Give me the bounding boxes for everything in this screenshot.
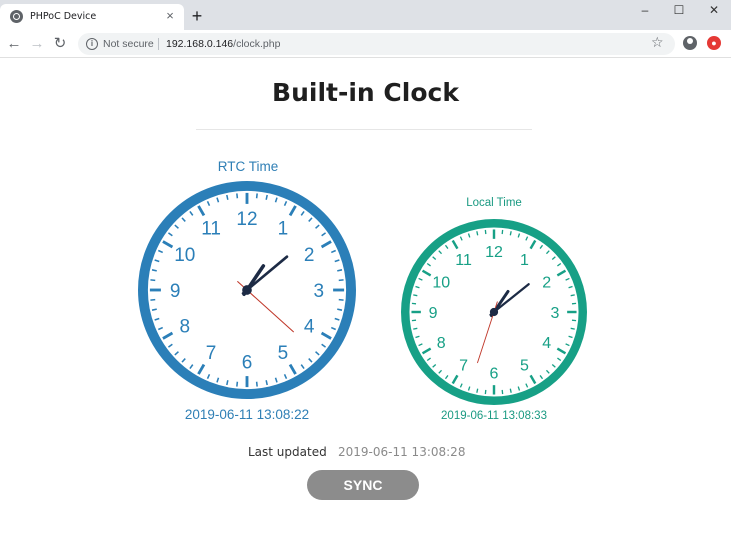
sync-button[interactable]: SYNC [307, 470, 419, 500]
last-updated-value: 2019-06-11 13:08:28 [338, 445, 466, 459]
clock-numeral: 4 [542, 335, 551, 352]
local-datetime: 2019-06-11 13:08:33 [441, 410, 547, 422]
clock-numeral: 12 [485, 244, 503, 261]
clock-numeral: 4 [304, 317, 315, 338]
minute-tick [150, 279, 156, 282]
minute-tick [338, 279, 344, 282]
browser-toolbar: ← → ↻ i Not secure 192.168.0.146/clock.p… [0, 30, 731, 58]
clock-numeral: 2 [542, 274, 551, 291]
minute-tick [413, 294, 418, 297]
minute-tick [338, 298, 344, 301]
clock-numeral: 7 [206, 343, 217, 364]
url-host: 192.168.0.146 [166, 38, 234, 50]
clock-numeral: 1 [520, 252, 529, 269]
rtc-analog-clock: 12 12 3 45 6 78 9 10 11 [137, 180, 357, 400]
clock-numeral: 8 [437, 335, 446, 352]
minute-tick [413, 327, 418, 330]
page-favicon-icon [10, 10, 23, 23]
star-icon[interactable]: ☆ [651, 34, 664, 51]
minute-tick [337, 269, 343, 272]
tab-strip: PHPoC Device × + – ☐ ✕ [0, 0, 731, 30]
last-updated-label: Last updated [248, 445, 327, 459]
info-icon[interactable]: i [86, 38, 98, 50]
minute-tick [236, 381, 239, 387]
clock-numeral: 10 [174, 245, 195, 266]
minute-tick [509, 388, 512, 393]
clock-numeral: 11 [455, 252, 472, 269]
url-path: /clock.php [233, 38, 281, 50]
browser-tab[interactable]: PHPoC Device × [0, 4, 184, 30]
title-divider [196, 129, 532, 130]
clock-numeral: 8 [180, 317, 191, 338]
window-minimize-button[interactable]: – [628, 0, 662, 22]
clock-center-pin [242, 285, 252, 295]
minute-tick [236, 193, 239, 199]
forward-button[interactable]: → [28, 35, 46, 53]
back-button[interactable]: ← [5, 35, 23, 53]
security-status[interactable]: Not secure [103, 38, 154, 50]
rtc-datetime: 2019-06-11 13:08:22 [184, 407, 310, 422]
clock-numeral: 11 [201, 219, 221, 240]
tab-title: PHPoC Device [30, 11, 97, 22]
url-divider [158, 38, 159, 50]
minute-tick [337, 308, 343, 311]
minute-tick [265, 380, 268, 386]
clock-numeral: 9 [170, 281, 181, 302]
clock-numeral: 12 [236, 209, 257, 230]
minute-tick [509, 231, 512, 236]
clock-numeral: 5 [520, 358, 529, 375]
minute-tick [226, 380, 229, 386]
clock-numeral: 1 [278, 219, 289, 240]
minute-tick [150, 298, 156, 301]
address-bar[interactable]: i Not secure 192.168.0.146/clock.php [78, 33, 675, 55]
profile-icon[interactable] [683, 36, 697, 50]
minute-tick [255, 381, 258, 387]
clock-numeral: 10 [432, 274, 450, 291]
minute-tick [255, 193, 258, 199]
local-analog-clock: 12 12 3 45 6 78 9 10 11 [401, 219, 587, 405]
tab-close-icon[interactable]: × [163, 9, 177, 23]
rtc-clock-label: RTC Time [217, 159, 279, 174]
extension-icon[interactable]: ● [707, 36, 721, 50]
clock-numeral: 2 [304, 245, 315, 266]
window-maximize-button[interactable]: ☐ [662, 0, 696, 22]
clock-numeral: 9 [429, 305, 438, 322]
window-close-button[interactable]: ✕ [697, 0, 731, 22]
clock-numeral: 7 [459, 358, 468, 375]
minute-tick [476, 388, 479, 393]
minute-tick [151, 269, 157, 272]
reload-button[interactable]: ↻ [51, 35, 69, 53]
minute-tick [570, 327, 575, 330]
minute-tick [151, 308, 157, 311]
minute-tick [570, 294, 575, 297]
minute-tick [265, 194, 268, 200]
minute-tick [476, 231, 479, 236]
minute-tick [226, 194, 229, 200]
url-text[interactable]: 192.168.0.146/clock.php [166, 38, 280, 50]
clock-numeral: 3 [550, 305, 559, 322]
page-title: Built-in Clock [272, 78, 459, 107]
new-tab-button[interactable]: + [188, 7, 206, 26]
clock-center-pin [489, 307, 499, 317]
local-clock-label: Local Time [466, 197, 522, 209]
clock-numeral: 3 [314, 281, 325, 302]
clock-numeral: 6 [242, 353, 253, 374]
clock-numeral: 6 [490, 366, 499, 383]
clock-numeral: 5 [278, 343, 289, 364]
